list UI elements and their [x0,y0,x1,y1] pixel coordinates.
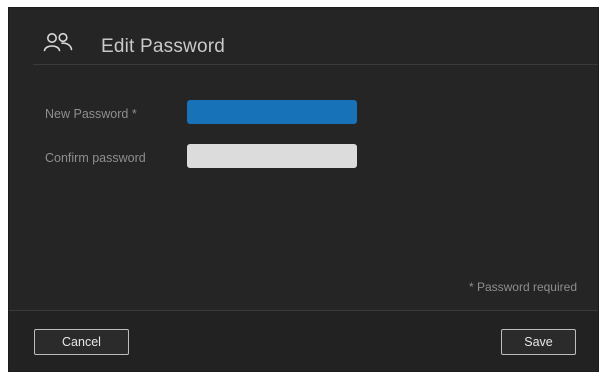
new-password-label: New Password * [45,107,137,121]
dialog-footer: Cancel Save [9,311,598,371]
save-button[interactable]: Save [501,329,576,355]
confirm-password-field[interactable] [187,144,357,168]
dialog-header: Edit Password [9,8,598,64]
password-required-note: * Password required [468,280,577,294]
confirm-password-label: Confirm password [45,151,146,165]
users-icon [43,32,73,52]
cancel-button[interactable]: Cancel [34,329,129,355]
new-password-field[interactable] [187,100,357,124]
header-divider [33,64,598,65]
edit-password-dialog: Edit Password New Password * Confirm pas… [9,8,598,371]
dialog-title: Edit Password [101,36,226,57]
